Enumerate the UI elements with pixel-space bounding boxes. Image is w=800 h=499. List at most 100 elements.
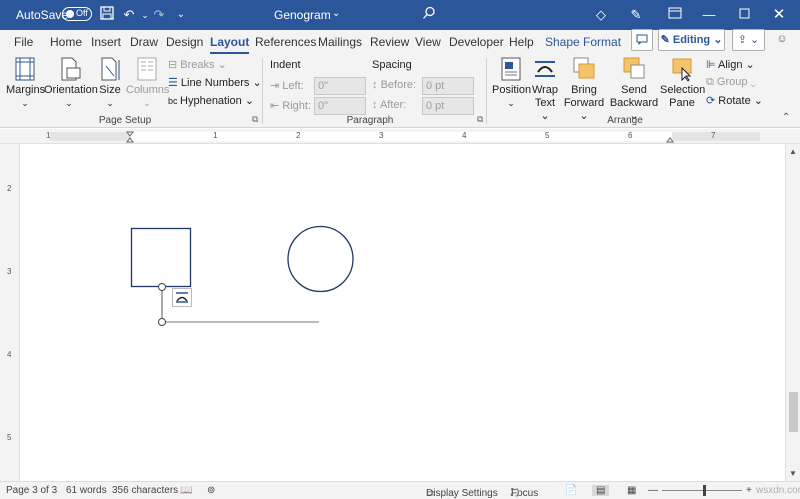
tab-layout[interactable]: Layout (210, 35, 250, 54)
diamond-icon[interactable]: ◇ (592, 6, 610, 24)
page-setup-launcher-icon[interactable]: ⧉ (252, 114, 258, 125)
collapse-ribbon-icon[interactable]: ⌃ (782, 112, 790, 123)
indent-right-field[interactable]: 0" (314, 97, 366, 115)
line-numbers-button[interactable]: ☰ Line Numbers ⌄ (168, 76, 262, 89)
page-count[interactable]: Page 3 of 3 (6, 485, 57, 496)
search-icon[interactable] (420, 6, 438, 24)
accessibility-icon[interactable]: ⊚ (207, 485, 215, 496)
tab-view[interactable]: View (415, 35, 441, 49)
ruler-number: 1 (213, 131, 218, 140)
spacing-before-field[interactable]: 0 pt (422, 77, 474, 95)
male-square-shape (130, 227, 192, 288)
selection-pane-button[interactable]: Selection Pane (660, 56, 705, 110)
size-icon (98, 56, 122, 82)
feedback-icon[interactable]: ☺ (771, 29, 793, 51)
align-button[interactable]: ⊫ Align ⌄ (706, 58, 755, 71)
layout-options-icon[interactable] (172, 288, 192, 307)
comments-icon[interactable] (631, 29, 653, 51)
tab-file[interactable]: File (14, 35, 33, 49)
pen-icon[interactable]: ✎ (627, 6, 645, 24)
breaks-label: Breaks (180, 59, 215, 71)
scroll-down-icon[interactable]: ▼ (789, 469, 797, 478)
group-separator (486, 58, 487, 124)
indent-heading: Indent (270, 59, 301, 71)
zoom-out-icon[interactable]: — (648, 485, 658, 496)
tab-insert[interactable]: Insert (91, 35, 121, 49)
group-button[interactable]: ⧉ Group ⌄ (706, 76, 756, 89)
hyphenation-label: Hyphenation (180, 95, 242, 107)
chevron-down-icon: ⌄ (710, 34, 723, 46)
arrange-group-label: Arrange (607, 115, 643, 126)
margins-button[interactable]: Margins ⌄ (6, 56, 45, 110)
orientation-button[interactable]: Orientation ⌄ (44, 56, 98, 110)
wrap-text-button[interactable]: Wrap Text ⌄ (530, 56, 560, 123)
autosave-toggle[interactable]: Off (62, 7, 92, 21)
orientation-label: Orientation (44, 84, 98, 96)
breaks-icon: ⊟ (168, 59, 181, 71)
editing-mode-button[interactable]: ✎ Editing ⌄ (658, 29, 725, 51)
hyphenation-button[interactable]: bc Hyphenation ⌄ (168, 94, 254, 107)
ribbon-display-icon[interactable] (666, 6, 684, 24)
indent-right-icon: ⇤ (270, 100, 283, 112)
character-count[interactable]: 356 characters (112, 485, 178, 496)
rotate-label: Rotate (718, 95, 751, 107)
position-button[interactable]: Position ⌄ (492, 56, 531, 110)
columns-button[interactable]: Columns ⌄ (126, 56, 169, 110)
line-numbers-icon: ☰ (168, 77, 181, 89)
paragraph-launcher-icon[interactable]: ⧉ (477, 114, 483, 125)
scroll-up-icon[interactable]: ▲ (789, 147, 797, 156)
share-button[interactable]: ⇪ ⌄ (732, 29, 765, 51)
tab-mailings[interactable]: Mailings (318, 35, 362, 49)
indent-left-icon: ⇥ (270, 80, 283, 92)
tab-help[interactable]: Help (509, 35, 534, 49)
ruler-number: 3 (7, 267, 12, 276)
ruler-number: 5 (545, 131, 550, 140)
bring-forward-button[interactable]: Bring Forward ⌄ (562, 56, 606, 123)
print-layout-icon[interactable]: ▤ (592, 485, 610, 496)
web-layout-icon[interactable]: ▦ (627, 485, 636, 496)
indent-left-field[interactable]: 0" (314, 77, 366, 95)
vertical-scrollbar[interactable]: ▲ ▼ (785, 144, 800, 481)
size-button[interactable]: Size ⌄ (96, 56, 124, 110)
chevron-down-icon: ⌄ (742, 59, 755, 71)
vertical-ruler[interactable]: 2 3 4 5 (0, 144, 20, 481)
group-label: Group (716, 76, 748, 88)
zoom-slider[interactable] (662, 490, 742, 491)
send-backward-button[interactable]: Send Backward ⌄ (608, 56, 660, 123)
tab-shape-format[interactable]: Shape Format (545, 35, 621, 49)
redo-icon[interactable]: ↷ (150, 6, 168, 24)
female-circle-shape (287, 225, 354, 293)
tab-developer[interactable]: Developer (449, 35, 504, 49)
tab-review[interactable]: Review (370, 35, 409, 49)
save-icon[interactable] (98, 6, 116, 24)
zoom-slider-thumb[interactable] (703, 485, 706, 496)
maximize-icon[interactable] (735, 6, 753, 24)
selection-pane-label-2: Pane (669, 97, 695, 109)
tab-home[interactable]: Home (50, 35, 82, 49)
share-icon: ⇪ (737, 34, 747, 46)
ruler-number: 4 (462, 131, 467, 140)
title-dropdown-icon[interactable]: ⌄ (332, 8, 340, 19)
customize-toolbar-icon[interactable]: ⌄ (172, 6, 190, 24)
tab-design[interactable]: Design (166, 35, 203, 49)
document-page[interactable] (21, 144, 785, 481)
send-backward-label-1: Send (621, 84, 647, 96)
tab-references[interactable]: References (255, 35, 316, 49)
bring-forward-label-1: Bring (571, 84, 597, 96)
breaks-button[interactable]: ⊟ Breaks ⌄ (168, 58, 227, 71)
read-view-icon[interactable]: 📄 (565, 485, 577, 496)
rotate-button[interactable]: ⟳ Rotate ⌄ (706, 94, 763, 107)
close-icon[interactable]: ✕ (770, 6, 788, 24)
ribbon: Margins ⌄ Orientation ⌄ Size ⌄ Columns ⌄… (0, 54, 800, 128)
page-canvas (130, 225, 354, 326)
read-mode-icon[interactable]: 📖 (180, 485, 192, 496)
scroll-thumb[interactable] (789, 392, 798, 432)
send-backward-icon (622, 56, 646, 82)
horizontal-ruler[interactable]: 1 1 2 3 4 5 6 7 (0, 129, 800, 144)
word-count[interactable]: 61 words (66, 485, 107, 496)
minimize-icon[interactable]: — (700, 6, 718, 24)
zoom-in-icon[interactable]: + (746, 485, 752, 496)
autosave-state: Off (76, 8, 88, 18)
spacing-after-field[interactable]: 0 pt (422, 97, 474, 115)
tab-draw[interactable]: Draw (130, 35, 158, 49)
